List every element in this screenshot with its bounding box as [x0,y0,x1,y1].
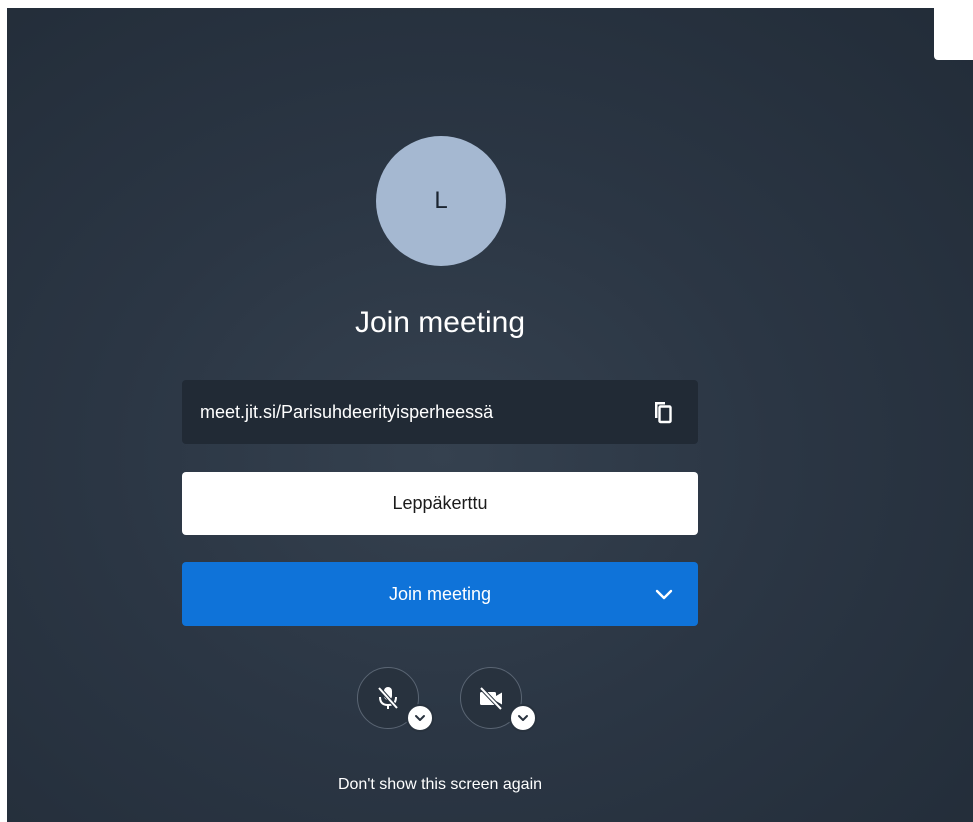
camera-options-toggle[interactable] [509,704,537,732]
dont-show-again-link[interactable]: Don't show this screen again [182,776,698,794]
avatar-initial: L [434,187,448,214]
join-meeting-button[interactable]: Join meeting [182,562,698,626]
chevron-down-icon [415,715,425,721]
meeting-url: meet.jit.si/Parisuhdeerityisperheessä [200,402,494,422]
page-title: Join meeting [354,306,526,339]
microphone-options-toggle[interactable] [406,704,434,732]
chevron-down-icon [518,715,528,721]
camera-off-icon [477,684,505,712]
chevron-down-icon[interactable] [652,582,676,606]
microphone-off-icon [374,684,402,712]
corner-panel [934,0,973,60]
join-meeting-label: Join meeting [388,584,492,604]
meeting-url-box: meet.jit.si/Parisuhdeerityisperheessä [182,380,698,444]
display-name-input[interactable] [182,472,698,535]
avatar: L [376,136,506,266]
copy-icon[interactable] [648,398,676,426]
